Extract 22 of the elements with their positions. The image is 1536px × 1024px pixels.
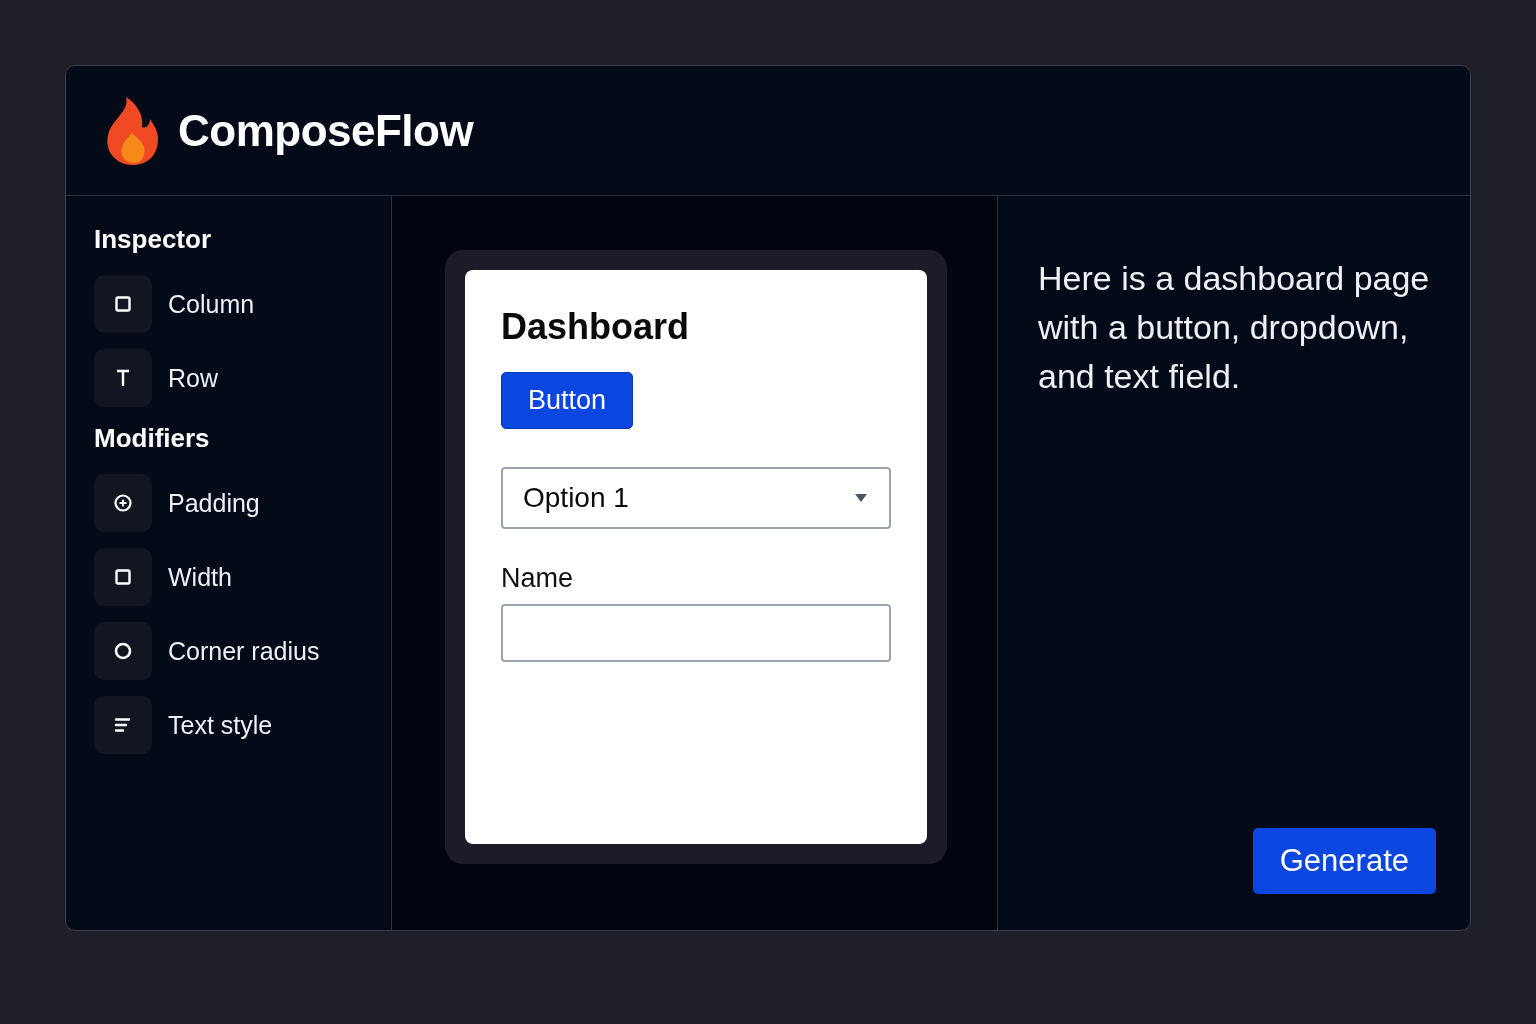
sidebar-item[interactable]: Padding — [168, 488, 260, 518]
sidebar-item[interactable]: Width — [168, 562, 232, 592]
section-heading: Modifiers — [94, 423, 211, 454]
dropdown[interactable]: Option 1 — [501, 467, 891, 529]
lines-icon[interactable] — [94, 696, 152, 754]
square-icon[interactable] — [94, 275, 152, 333]
section-heading: Inspector — [94, 224, 213, 255]
text-t-icon[interactable] — [94, 349, 152, 407]
preview-title: Dashboard — [501, 306, 691, 348]
sidebar-item[interactable]: Text style — [168, 710, 273, 740]
square-icon[interactable] — [94, 548, 152, 606]
preview-button[interactable]: Button — [501, 372, 634, 429]
assistant-message: Here is a dashboard page with a button, dropdown, and text field. — [1038, 258, 1431, 397]
input-field[interactable] — [501, 604, 891, 662]
field-label: Name — [501, 563, 575, 594]
caret-icon — [855, 494, 867, 502]
sidebar-item[interactable]: Corner radius — [168, 636, 320, 666]
sidebar-item[interactable]: Column — [168, 289, 255, 319]
flame-logo-icon — [104, 96, 160, 165]
sidebar-item[interactable]: Row — [168, 363, 218, 393]
app-name: ComposeFlow — [178, 105, 474, 156]
generate-button[interactable]: Generate — [1252, 828, 1436, 894]
